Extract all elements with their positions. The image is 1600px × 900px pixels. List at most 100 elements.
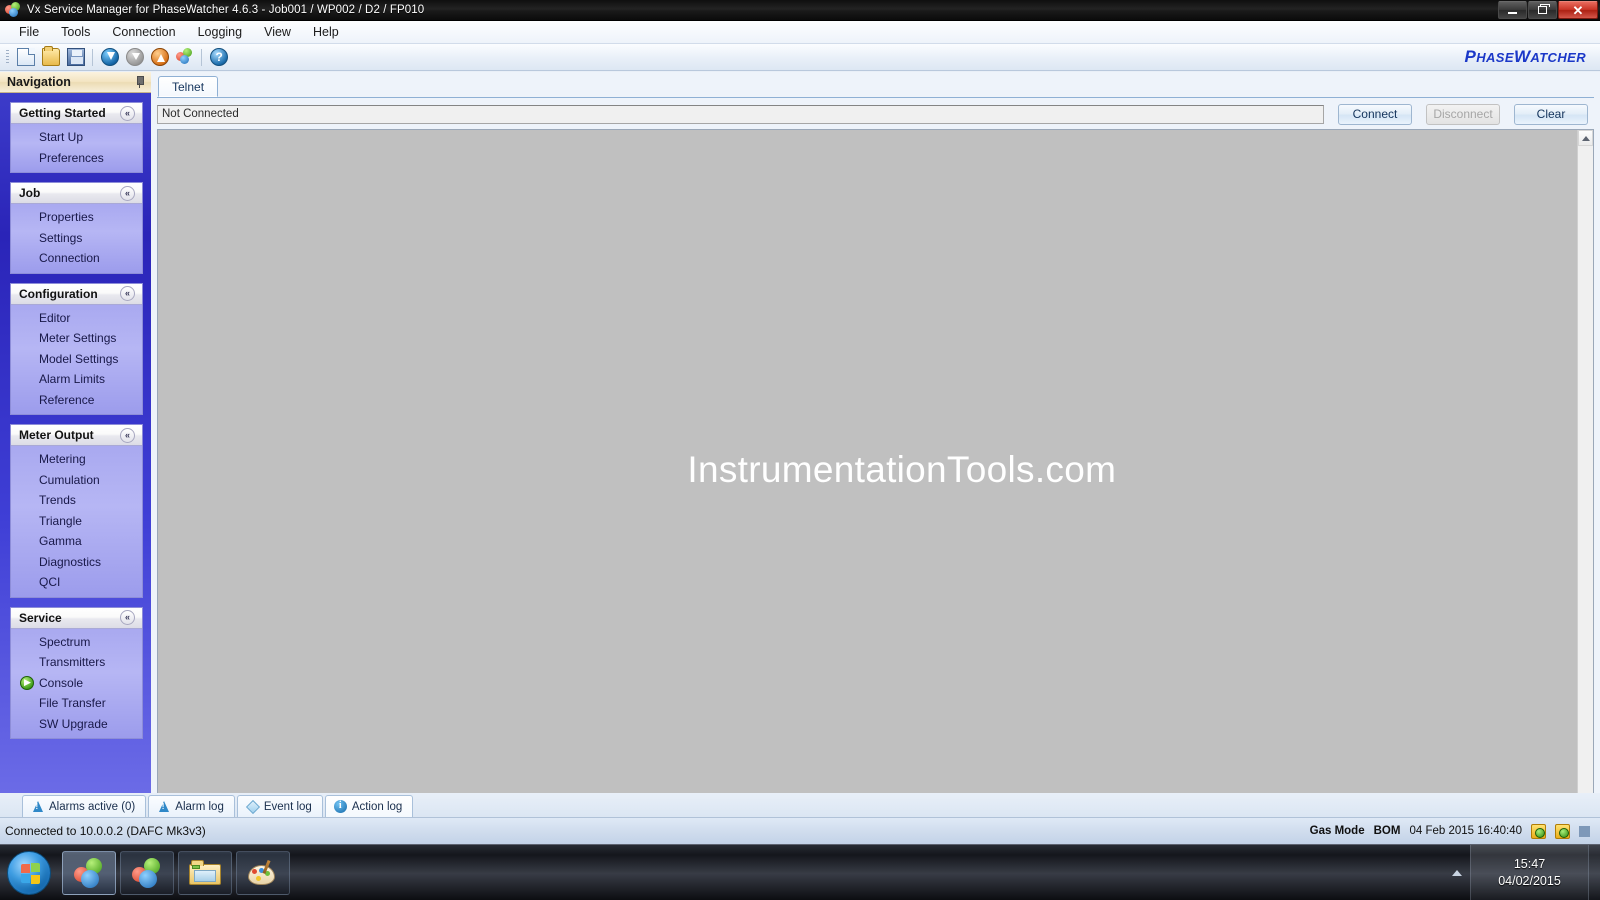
download-button[interactable] <box>97 46 122 69</box>
nav-group-header-getting-started[interactable]: Getting Started « <box>11 103 142 124</box>
taskbar-app-paint[interactable] <box>236 850 290 895</box>
chevron-up-icon[interactable]: « <box>120 610 135 625</box>
chevron-up-icon[interactable]: « <box>120 105 135 121</box>
console-vertical-scrollbar[interactable] <box>1577 130 1593 810</box>
sidebar-item-model-settings[interactable]: Model Settings <box>11 349 142 370</box>
sidebar-item-label: File Transfer <box>39 696 106 711</box>
tab-event-log[interactable]: Event log <box>236 795 323 817</box>
status-right-group: Gas Mode BOM 04 Feb 2015 16:40:40 <box>1309 823 1600 839</box>
toolbar-grip[interactable] <box>6 49 9 65</box>
menu-view[interactable]: View <box>253 22 302 42</box>
refresh-button[interactable] <box>172 46 197 69</box>
taskbar-apps <box>62 850 290 895</box>
tab-telnet[interactable]: Telnet <box>158 76 219 97</box>
chevron-up-icon[interactable]: « <box>120 427 135 443</box>
close-button[interactable]: ✕ <box>1558 1 1598 19</box>
sidebar-item-console[interactable]: ▶ Console <box>11 673 142 694</box>
sidebar-item-alarm-limits[interactable]: Alarm Limits <box>11 369 142 390</box>
menu-tools[interactable]: Tools <box>50 22 101 42</box>
nav-group-body: Spectrum Transmitters ▶ Console File Tra… <box>11 628 142 738</box>
menu-logging[interactable]: Logging <box>187 22 254 42</box>
sidebar-item-editor[interactable]: Editor <box>11 308 142 329</box>
alarm-icon <box>157 800 170 813</box>
connect-button[interactable]: Connect <box>1338 103 1412 125</box>
restore-button[interactable] <box>1528 1 1557 19</box>
sidebar-item-label: Transmitters <box>39 655 106 670</box>
help-button[interactable] <box>206 46 231 69</box>
menu-help[interactable]: Help <box>302 22 350 42</box>
tab-action-log[interactable]: Action log <box>324 795 414 817</box>
sidebar-item-gamma[interactable]: Gamma <box>11 531 142 552</box>
toolbar: PHASEWATCHER <box>0 44 1600 71</box>
windows-start-orb-icon <box>7 850 51 895</box>
open-button[interactable] <box>38 46 63 69</box>
sidebar-item-qci[interactable]: QCI <box>11 572 142 593</box>
toolbar-separator-1 <box>92 48 93 66</box>
sidebar-item-label: Reference <box>39 392 95 407</box>
log-tab-label: Alarms active (0) <box>49 800 136 813</box>
main-split: Navigation Getting Started « Start Up Pr… <box>0 72 1600 817</box>
nav-group-title: Meter Output <box>19 428 94 442</box>
status-gas-mode-value: BOM <box>1373 825 1401 837</box>
log-tab-label: Event log <box>263 800 312 813</box>
refresh-colors-icon <box>175 48 194 66</box>
navigation-pane: Navigation Getting Started « Start Up Pr… <box>0 72 151 817</box>
new-document-button[interactable] <box>13 46 38 69</box>
chevron-up-icon[interactable]: « <box>120 286 135 301</box>
auto-hide-pin-icon[interactable] <box>134 76 145 88</box>
minimize-button[interactable] <box>1498 1 1527 19</box>
taskbar-clock[interactable]: 15:47 04/02/2015 <box>1470 845 1588 900</box>
status-indicator-icon-2[interactable] <box>1555 823 1570 839</box>
sidebar-item-properties[interactable]: Properties <box>11 207 142 228</box>
sidebar-item-connection[interactable]: Connection <box>11 248 142 269</box>
tab-alarms-active[interactable]: Alarms active (0) <box>22 795 147 817</box>
folder-icon <box>189 859 221 886</box>
connection-status-field[interactable]: Not Connected <box>157 104 1324 124</box>
menu-file[interactable]: File <box>8 22 50 42</box>
save-button[interactable] <box>63 46 88 69</box>
sidebar-item-meter-settings[interactable]: Meter Settings <box>11 328 142 349</box>
status-indicator-icon-1[interactable] <box>1531 823 1546 839</box>
upload-button[interactable] <box>147 46 172 69</box>
nav-group-header-meter-output[interactable]: Meter Output « <box>11 425 142 446</box>
sidebar-item-start-up[interactable]: Start Up <box>11 127 142 148</box>
menu-connection[interactable]: Connection <box>101 22 186 42</box>
taskbar-app-vx-service-manager-1[interactable] <box>62 850 116 895</box>
start-button[interactable] <box>2 848 56 898</box>
chevron-up-icon[interactable]: « <box>120 185 135 201</box>
sidebar-item-spectrum[interactable]: Spectrum <box>11 632 142 653</box>
sidebar-item-metering[interactable]: Metering <box>11 449 142 470</box>
tab-alarm-log[interactable]: Alarm log <box>148 795 235 817</box>
sidebar-item-triangle[interactable]: Triangle <box>11 511 142 532</box>
taskbar-app-vx-service-manager-2[interactable] <box>120 850 174 895</box>
console-text-area[interactable]: InstrumentationTools.com <box>158 130 1577 810</box>
vx-app-icon <box>74 857 104 888</box>
nav-group-header-job[interactable]: Job « <box>11 183 142 204</box>
clear-button[interactable]: Clear <box>1514 103 1588 125</box>
nav-group-header-configuration[interactable]: Configuration « <box>11 283 142 305</box>
sidebar-item-file-transfer[interactable]: File Transfer <box>11 693 142 714</box>
show-hidden-icons-button[interactable] <box>1444 869 1470 876</box>
close-icon: ✕ <box>1572 2 1584 18</box>
window-controls: ✕ <box>1497 1 1598 20</box>
scroll-up-button[interactable] <box>1578 130 1593 146</box>
sidebar-item-diagnostics[interactable]: Diagnostics <box>11 552 142 573</box>
nav-group-title: Job <box>19 186 41 200</box>
windows-taskbar: 15:47 04/02/2015 <box>0 844 1600 900</box>
nav-group-header-service[interactable]: Service « <box>11 607 142 629</box>
toolbar-separator-2 <box>201 48 202 66</box>
sidebar-item-cumulation[interactable]: Cumulation <box>11 470 142 491</box>
app-icon <box>5 2 21 18</box>
sidebar-item-sw-upgrade[interactable]: SW Upgrade <box>11 714 142 735</box>
status-gas-mode-label: Gas Mode <box>1309 825 1365 837</box>
sidebar-item-label: Triangle <box>39 513 82 528</box>
sidebar-item-trends[interactable]: Trends <box>11 490 142 511</box>
sidebar-item-preferences[interactable]: Preferences <box>11 148 142 169</box>
sidebar-item-settings[interactable]: Settings <box>11 228 142 249</box>
menu-bar: File Tools Connection Logging View Help <box>0 21 1600 44</box>
taskbar-app-windows-explorer[interactable] <box>178 850 232 895</box>
clock-date: 04/02/2015 <box>1498 873 1561 888</box>
sidebar-item-transmitters[interactable]: Transmitters <box>11 652 142 673</box>
sidebar-item-reference[interactable]: Reference <box>11 390 142 411</box>
show-desktop-button[interactable] <box>1588 845 1600 900</box>
